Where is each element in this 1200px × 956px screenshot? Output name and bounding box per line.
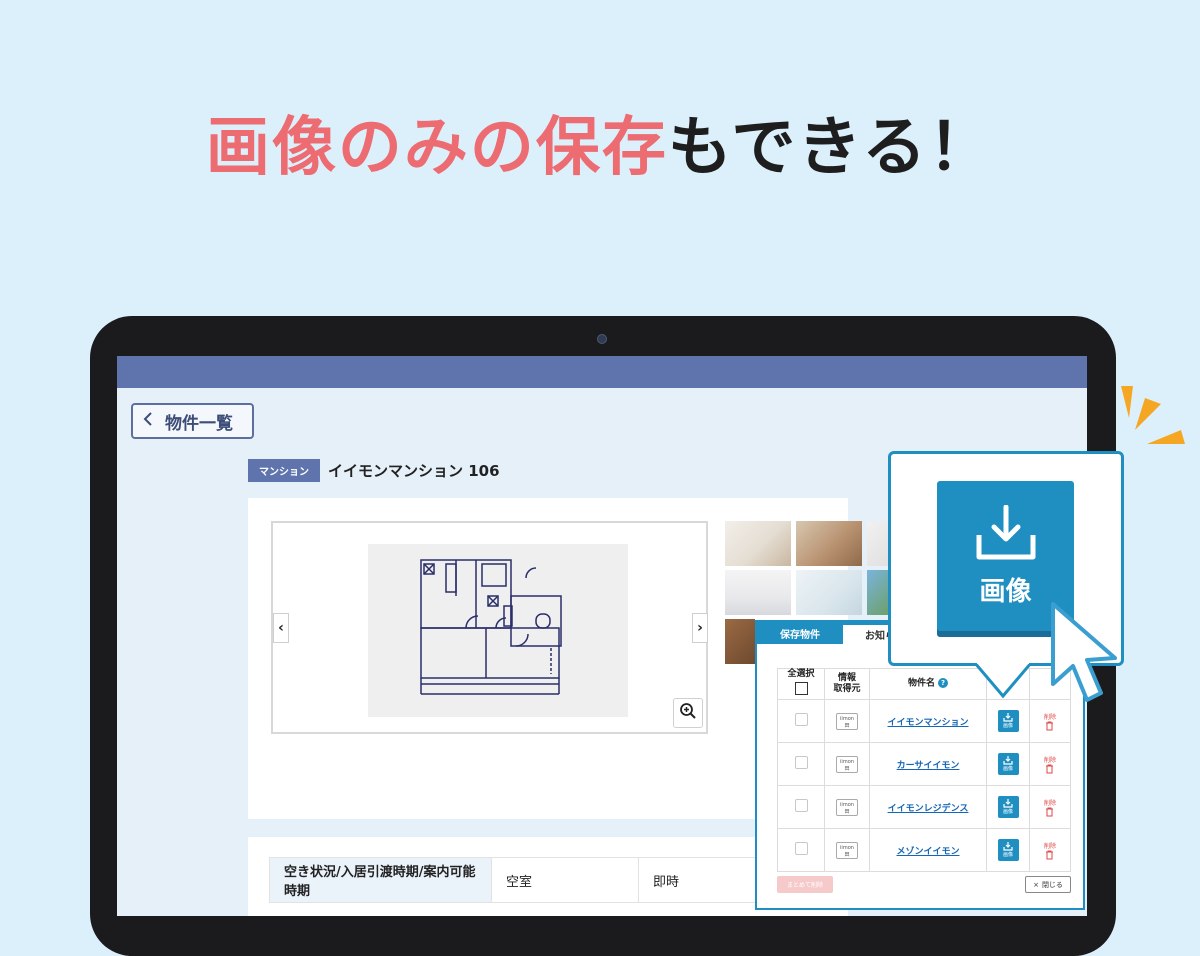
select-all-header[interactable]: 全選択 [777,668,825,700]
download-icon [1003,842,1013,851]
delete-cell: 削除 [1029,742,1071,786]
zoom-in-button[interactable] [673,698,703,728]
select-all-checkbox[interactable] [794,682,808,695]
availability-table: 空き状況/入居引渡時期/案内可能時期 空室 即時 [269,857,768,903]
table-row: iimon 田 カーサイイモン 画像 削除 [777,742,1071,786]
sparkle-icon [1121,386,1185,444]
floorplan-image [368,544,628,717]
select-all-label: 全選択 [787,669,815,679]
headline-accent: 画像のみの保存 [205,111,668,185]
row-checkbox-cell [777,742,825,786]
photo-thumbnail[interactable] [725,619,755,664]
floorplan-drawing [420,559,562,695]
image-download-button[interactable]: 画像 [997,796,1019,818]
delete-button[interactable]: 削除 [1044,757,1056,774]
back-to-list-button[interactable]: 物件一覧 [131,403,254,439]
property-link[interactable]: メゾンイイモン [896,847,959,857]
delete-cell: 削除 [1029,828,1071,872]
floorplan-viewer: ‹ › [271,521,708,734]
table-row: iimon 田 イイモンレジデンス 画像 削除 [777,785,1071,829]
source-cell: iimon 田 [824,828,870,872]
image-download-button[interactable]: 画像 [997,710,1019,732]
delete-cell: 削除 [1029,785,1071,829]
name-cell: イイモンマンション [869,699,987,743]
trash-icon [1046,807,1054,816]
image-cell: 画像 [986,742,1030,786]
row-checkbox[interactable] [794,756,808,769]
row-checkbox[interactable] [794,713,808,726]
source-cell: iimon 田 [824,742,870,786]
photo-thumbnail[interactable] [725,570,791,615]
zoom-in-icon [679,702,697,724]
source-cell: iimon 田 [824,699,870,743]
name-header: 物件名? [869,668,987,700]
image-download-button[interactable]: 画像 [997,753,1019,775]
close-icon: × [1033,880,1039,889]
header-bar [117,356,1087,388]
download-icon [976,504,1035,559]
prev-image-button[interactable]: ‹ [273,613,289,643]
photo-thumbnail[interactable] [725,521,791,566]
table-row: 空き状況/入居引渡時期/案内可能時期 空室 即時 [269,857,768,903]
image-download-button[interactable]: 画像 [997,839,1019,861]
next-image-button[interactable]: › [692,613,708,643]
delete-button[interactable]: 削除 [1044,843,1056,860]
property-link[interactable]: イイモンレジデンス [888,804,969,814]
source-header: 情報 取得元 [824,668,870,700]
property-title: イイモンマンション 106 [328,462,500,480]
pointer-cursor-icon [1051,602,1117,702]
trash-icon [1046,721,1054,730]
chevron-left-icon [143,411,153,431]
source-header-line2: 取得元 [833,684,861,694]
headline-rest: もできる！ [667,111,995,185]
source-header-line1: 情報 [837,673,856,683]
name-cell: イイモンレジデンス [869,785,987,829]
bulk-delete-button[interactable]: まとめて削除 [777,876,833,893]
tab-saved-properties[interactable]: 保存物件 [757,622,843,644]
delete-button[interactable]: 削除 [1044,714,1056,731]
row-checkbox-cell [777,699,825,743]
row-checkbox-cell [777,785,825,829]
availability-label: 空き状況/入居引渡時期/案内可能時期 [269,857,492,903]
image-save-label: 画像 [979,576,1032,607]
download-icon [1003,799,1013,808]
help-icon[interactable]: ? [938,678,948,689]
back-button-label: 物件一覧 [165,413,233,434]
name-header-label: 物件名 [907,678,935,689]
source-cell: iimon 田 [824,785,870,829]
row-checkbox[interactable] [794,799,808,812]
camera-icon [597,334,607,344]
image-cell: 画像 [986,828,1030,872]
iimon-logo: iimon 田 [836,712,858,730]
close-label: 閉じる [1041,880,1063,889]
property-link[interactable]: カーサイイモン [897,761,960,771]
headline: 画像のみの保存もできる！ [0,110,1200,186]
delete-button[interactable]: 削除 [1044,800,1056,817]
iimon-logo: iimon 田 [836,841,858,859]
iimon-logo: iimon 田 [836,798,858,816]
row-checkbox[interactable] [794,842,808,855]
row-checkbox-cell [777,828,825,872]
table-row: iimon 田 メゾンイイモン 画像 削除 [777,828,1071,872]
close-panel-button[interactable]: × 閉じる [1025,876,1071,893]
download-icon [1003,713,1013,722]
property-type-badge: マンション [248,459,320,482]
move-in-timing: 即時 [638,857,768,903]
table-row: iimon 田 イイモンマンション 画像 削除 [777,699,1071,743]
photo-thumbnail[interactable] [796,521,862,566]
availability-status: 空室 [491,857,639,903]
trash-icon [1046,850,1054,859]
download-icon [1003,756,1013,765]
image-cell: 画像 [986,785,1030,829]
name-cell: カーサイイモン [869,742,987,786]
iimon-logo: iimon 田 [836,755,858,773]
name-cell: メゾンイイモン [869,828,987,872]
callout-tail [975,663,1033,699]
image-cell: 画像 [986,699,1030,743]
trash-icon [1046,764,1054,773]
property-link[interactable]: イイモンマンション [887,718,968,728]
photo-thumbnail[interactable] [796,570,862,615]
